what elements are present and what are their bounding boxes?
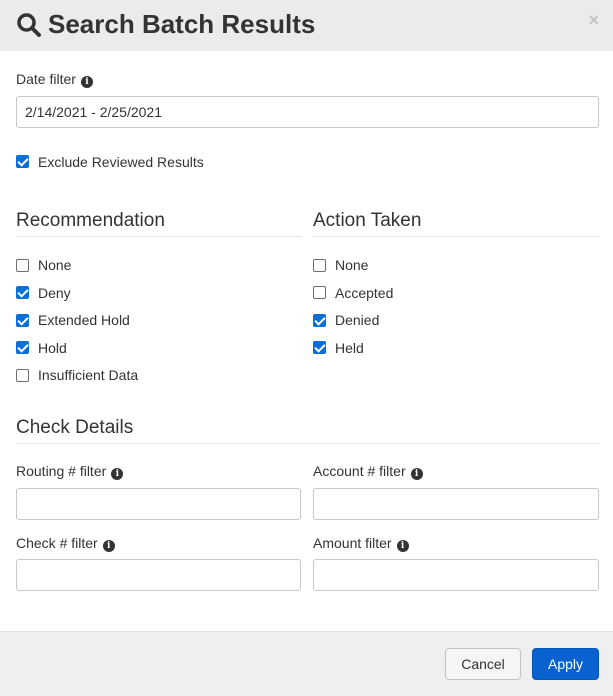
info-icon[interactable]: i <box>396 540 409 552</box>
account-filter-label: Account # filter i <box>313 462 423 480</box>
action-denied-checkbox[interactable] <box>313 314 326 327</box>
search-batch-results-modal: Search Batch Results × Date filter i Excl… <box>0 0 613 696</box>
action-held-checkbox[interactable] <box>313 341 326 354</box>
check-number-filter-input[interactable] <box>16 559 301 591</box>
routing-filter-label-text: Routing # filter <box>16 463 107 479</box>
cancel-button[interactable]: Cancel <box>445 648 521 680</box>
recommendation-deny-label: Deny <box>38 285 71 301</box>
action-taken-divider <box>313 236 599 237</box>
exclude-reviewed-label: Exclude Reviewed Results <box>38 154 204 170</box>
action-held-label: Held <box>335 340 364 356</box>
recommendation-hold-checkbox[interactable] <box>16 341 29 354</box>
info-icon[interactable]: i <box>410 468 423 480</box>
amount-filter-label: Amount filter i <box>313 534 409 552</box>
info-icon[interactable]: i <box>111 468 124 480</box>
amount-filter-label-text: Amount filter <box>313 535 392 551</box>
recommendation-title: Recommendation <box>16 210 165 231</box>
account-filter-label-text: Account # filter <box>313 463 406 479</box>
recommendation-none-label: None <box>38 257 72 273</box>
account-filter-input[interactable] <box>313 488 599 520</box>
date-filter-input[interactable] <box>16 96 599 128</box>
action-denied-label: Denied <box>335 312 380 328</box>
apply-button[interactable]: Apply <box>532 648 599 680</box>
routing-filter-label: Routing # filter i <box>16 462 124 480</box>
search-icon <box>17 13 41 37</box>
action-none-label: None <box>335 257 369 273</box>
routing-filter-input[interactable] <box>16 488 301 520</box>
recommendation-insufficient-data-checkbox[interactable] <box>16 369 29 382</box>
recommendation-insufficient-data-label: Insufficient Data <box>38 367 139 383</box>
modal-title: Search Batch Results <box>48 9 316 39</box>
recommendation-deny-checkbox[interactable] <box>16 286 29 299</box>
check-details-divider <box>16 443 599 444</box>
check-number-filter-label-text: Check # filter <box>16 535 98 551</box>
recommendation-extended-hold-checkbox[interactable] <box>16 314 29 327</box>
recommendation-none-checkbox[interactable] <box>16 259 29 272</box>
check-number-filter-label: Check # filter i <box>16 534 115 552</box>
recommendation-extended-hold-label: Extended Hold <box>38 312 130 328</box>
action-none-checkbox[interactable] <box>313 259 326 272</box>
action-accepted-checkbox[interactable] <box>313 286 326 299</box>
date-filter-label-text: Date filter <box>16 71 76 87</box>
recommendation-hold-label: Hold <box>38 340 67 356</box>
amount-filter-input[interactable] <box>313 559 599 591</box>
exclude-reviewed-checkbox[interactable] <box>16 155 29 168</box>
action-accepted-label: Accepted <box>335 285 394 301</box>
recommendation-divider <box>16 236 302 237</box>
modal-footer: Cancel Apply <box>0 631 613 696</box>
check-details-title: Check Details <box>16 417 134 438</box>
info-icon[interactable]: i <box>80 76 93 88</box>
info-icon[interactable]: i <box>102 540 115 552</box>
close-icon[interactable]: × <box>588 10 599 30</box>
action-taken-title: Action Taken <box>313 210 422 231</box>
modal-header: Search Batch Results × <box>0 0 613 51</box>
date-filter-label: Date filter i <box>16 70 93 88</box>
